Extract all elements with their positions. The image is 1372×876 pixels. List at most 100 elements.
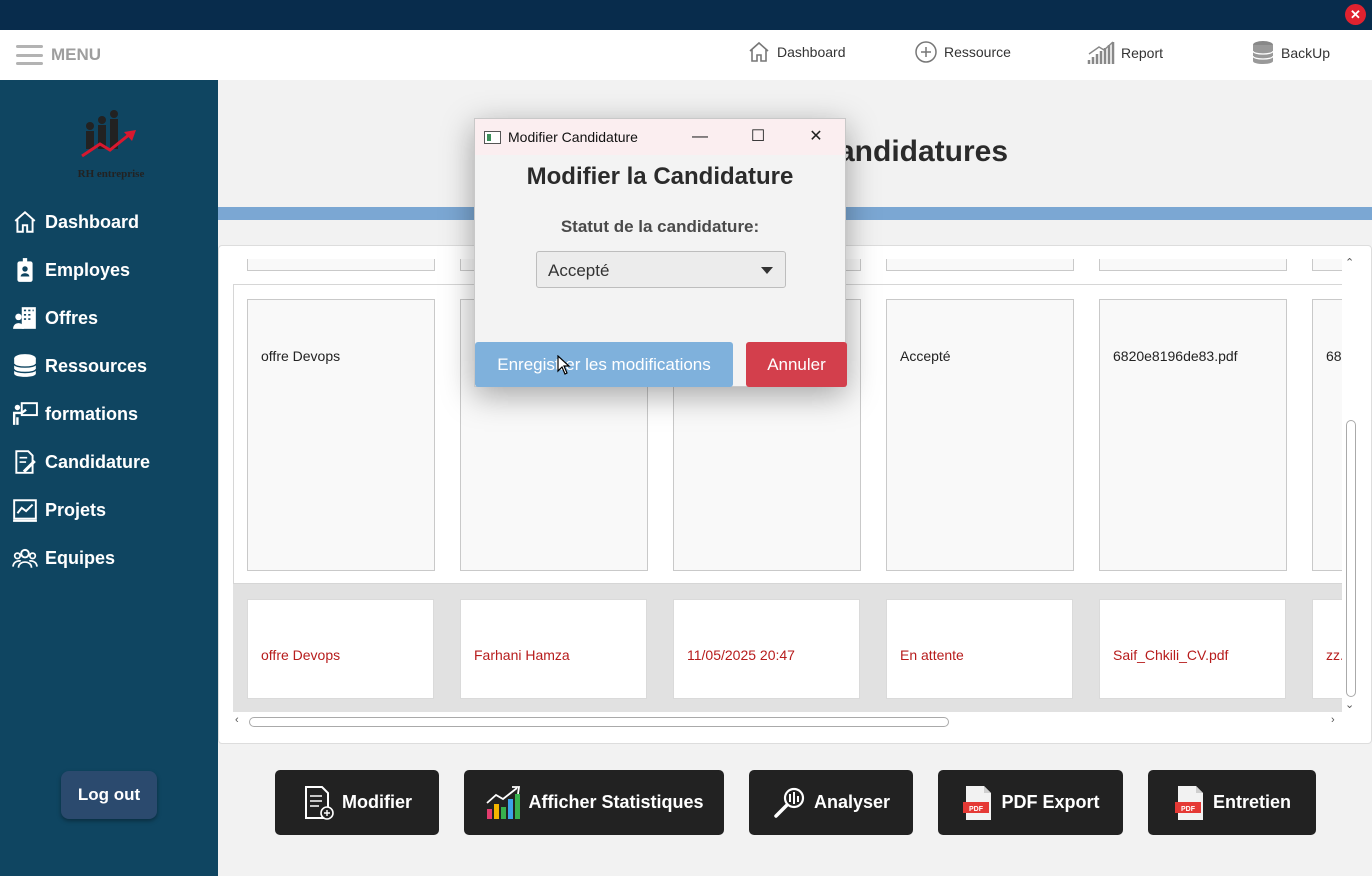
maximize-icon[interactable]: ☐ [735,119,781,155]
topnav-backup[interactable]: BackUp [1251,40,1330,66]
table-cell [886,259,1074,271]
chevron-down-icon [761,267,773,274]
topnav-dashboard-label: Dashboard [777,44,846,60]
sidebar-item-label: Offres [45,307,99,328]
table-cell [1312,259,1343,271]
entretien-label: Entretien [1212,792,1291,812]
bar-chart-icon [1087,41,1115,64]
dialog-window-title: Modifier Candidature [508,129,638,145]
building-user-icon [13,307,36,329]
modifier-button[interactable]: Modifier [275,770,439,835]
company-logo: RH entreprise [66,108,156,183]
hamburger-icon [16,45,43,65]
analyser-button[interactable]: Analyser [749,770,913,835]
pdf-export-label: PDF Export [1001,792,1100,812]
database-icon [1252,41,1274,64]
sidebar-item-label: Employes [45,259,131,280]
scroll-right-icon[interactable]: › [1331,714,1335,726]
growth-chart-icon [486,785,521,819]
topnav-ressource-label: Ressource [944,44,1011,60]
topnav-dashboard[interactable]: Dashboard [747,40,846,64]
sidebar-item-label: Ressources [45,355,148,376]
horizontal-scroll-thumb[interactable] [249,717,949,727]
magnifier-icon [774,787,805,818]
top-navbar: MENU Dashboard Ressource Report BackUp [0,30,1372,80]
sidebar-item-ressources[interactable]: Ressources [12,353,147,379]
topnav-report[interactable]: Report [1087,40,1163,66]
svg-text:PDF: PDF [1181,806,1196,813]
window-titlebar: ✕ [0,0,1372,30]
close-window-icon[interactable]: ✕ [1345,4,1366,25]
window-app-icon [484,130,501,144]
table-cell: zz. [1312,599,1343,699]
analyser-label: Analyser [813,792,891,812]
topnav-ressource[interactable]: Ressource [914,40,1011,64]
cancel-button[interactable]: Annuler [746,342,847,387]
status-label: Statut de la candidature: [560,217,760,236]
table-cell: 68 [1312,299,1342,571]
table-cell [247,259,435,271]
badge-icon [17,258,33,282]
afficher-statistiques-button[interactable]: Afficher Statistiques [464,770,724,835]
table-cell: Saif_Chkili_CV.pdf [1099,599,1286,699]
table-cell [1099,259,1287,271]
sidebar-item-label: Dashboard [45,211,140,232]
sidebar-item-offres[interactable]: Offres [12,305,98,331]
svg-text:PDF: PDF [969,806,984,813]
home-icon [14,210,36,233]
logo-text: RH entreprise [77,168,145,180]
pdf-icon: PDF [963,785,992,820]
vertical-scrollbar[interactable]: ⌃ ⌄ [1342,256,1358,713]
sidebar-item-projets[interactable]: Projets [12,497,106,523]
chart-board-icon [13,499,37,522]
sidebar-item-employes[interactable]: Employes [12,257,130,283]
status-select-value: Accepté [548,261,610,280]
table-row[interactable]: offre Devops Farhani Hamza 11/05/2025 20… [233,584,1343,712]
sidebar-item-dashboard[interactable]: Dashboard [12,209,139,235]
table-cell: offre Devops [247,599,434,699]
status-select[interactable]: Accepté [536,251,786,288]
minimize-icon[interactable]: — [677,119,723,155]
dialog-heading: Modifier la Candidature [526,163,794,190]
modifier-candidature-dialog: Modifier Candidature — ☐ ✕ Modifier la C… [474,118,847,387]
menu-label: MENU [51,45,102,64]
scroll-down-icon[interactable]: ⌄ [1345,698,1354,711]
plus-circle-icon [915,41,937,63]
table-cell: offre Devops [247,299,435,571]
table-cell: En attente [886,599,1073,699]
team-icon [12,548,38,568]
entretien-button[interactable]: PDF Entretien [1148,770,1316,835]
table-cell: Farhani Hamza [460,599,647,699]
document-edit-icon [15,450,36,474]
afficher-statistiques-label: Afficher Statistiques [528,792,704,812]
sidebar-item-candidature[interactable]: Candidature [12,449,150,475]
scroll-up-icon[interactable]: ⌃ [1345,256,1354,269]
presentation-icon [12,402,38,425]
horizontal-scrollbar[interactable]: ‹ › [233,713,1343,729]
menu-toggle-button[interactable]: MENU [16,45,101,65]
modifier-label: Modifier [342,792,412,812]
topnav-report-label: Report [1121,45,1164,61]
sidebar-item-formations[interactable]: formations [12,401,138,427]
scroll-left-icon[interactable]: ‹ [235,714,239,726]
save-changes-button[interactable]: Enregistrer les modifications [475,342,733,387]
sidebar-item-label: Candidature [45,451,151,472]
sidebar-item-label: Equipes [45,547,116,568]
sidebar-item-label: formations [45,403,139,424]
home-icon [749,41,769,62]
table-cell: Accepté [886,299,1074,571]
document-edit-icon [305,785,334,820]
table-cell: 11/05/2025 20:47 [673,599,860,699]
close-icon[interactable]: ✕ [793,119,839,155]
topnav-backup-label: BackUp [1281,45,1331,61]
logout-button[interactable]: Log out [61,771,157,819]
sidebar-item-equipes[interactable]: Equipes [12,545,115,571]
sidebar-item-label: Projets [45,499,107,520]
sidebar: RH entreprise Dashboard Employes Offres … [0,80,218,876]
table-cell: 6820e8196de83.pdf [1099,299,1287,571]
pdf-icon: PDF [1174,785,1203,820]
page-title: andidatures [838,135,1009,168]
vertical-scroll-thumb[interactable] [1346,420,1356,697]
pdf-export-button[interactable]: PDF PDF Export [938,770,1123,835]
database-icon [13,354,37,377]
